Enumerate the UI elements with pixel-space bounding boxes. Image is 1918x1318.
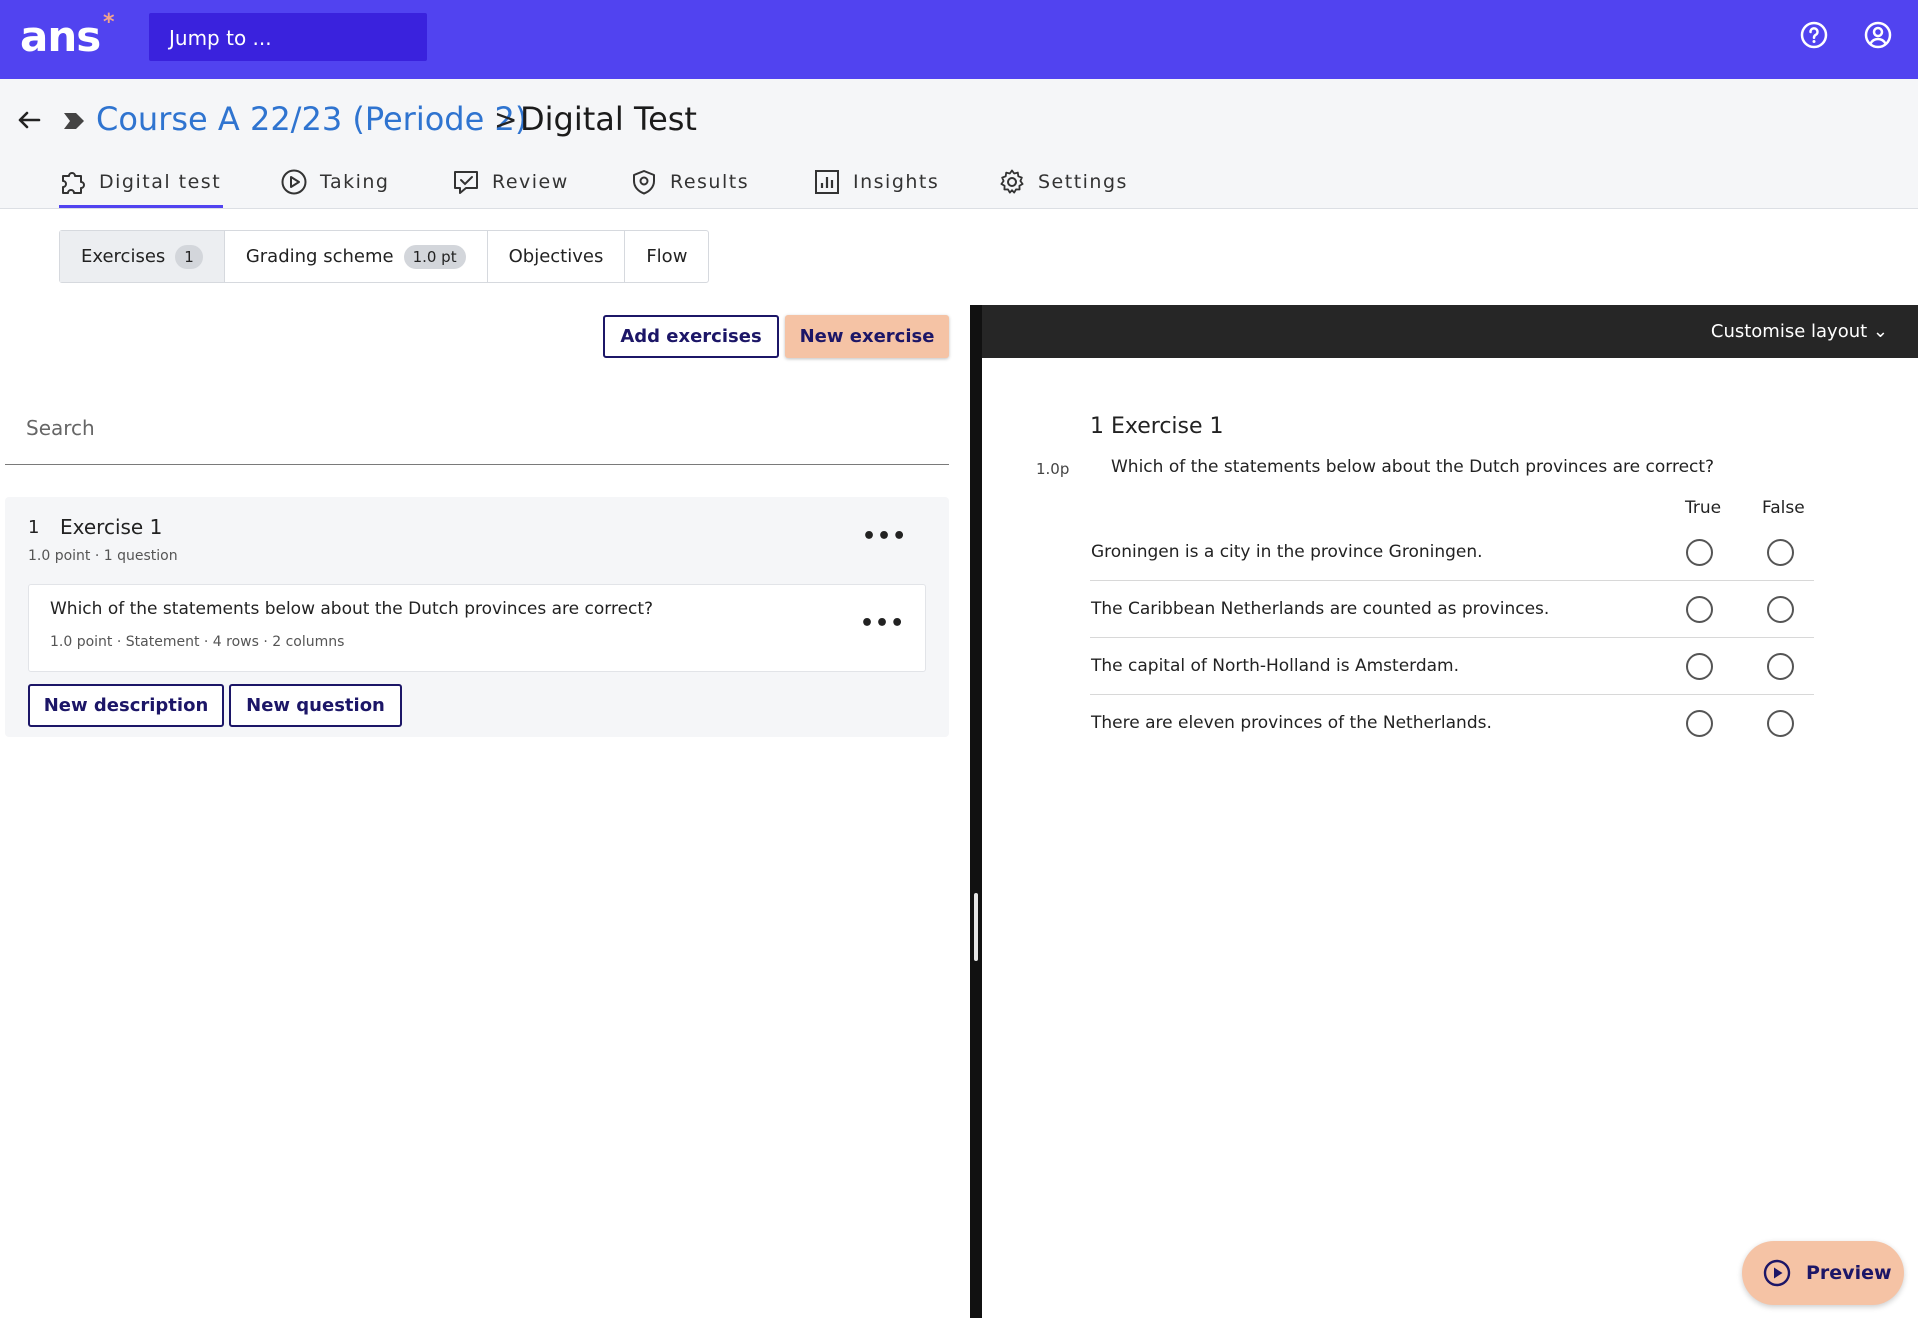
statement-row: Groningen is a city in the province Gron…	[1090, 524, 1814, 581]
radio-true[interactable]	[1686, 596, 1713, 623]
breadcrumb-separator: >	[494, 103, 518, 136]
breadcrumb-course-link[interactable]: Course A 22/23 (Periode 2)	[96, 100, 527, 138]
radio-true[interactable]	[1686, 653, 1713, 680]
tab-label: Settings	[1038, 171, 1128, 193]
tab-results[interactable]: Results	[630, 158, 749, 206]
count-badge: 1	[175, 244, 203, 269]
play-circle-icon	[1763, 1259, 1791, 1287]
top-bar: ans * Jump to ...	[0, 0, 1918, 79]
subtab-flow[interactable]: Flow	[625, 231, 708, 282]
shield-icon	[633, 170, 655, 195]
add-exercises-button[interactable]: Add exercises	[603, 315, 779, 358]
puzzle-icon	[62, 172, 85, 194]
tab-label: Taking	[320, 171, 390, 193]
column-header-true: True	[1685, 498, 1722, 518]
tab-insights[interactable]: Insights	[813, 158, 939, 206]
tab-label: Insights	[853, 171, 940, 193]
radio-false[interactable]	[1767, 710, 1794, 737]
exercise-number: 1	[28, 517, 40, 538]
subtab-label: Flow	[646, 246, 688, 267]
radio-false[interactable]	[1767, 653, 1794, 680]
points-badge: 1.0 pt	[403, 244, 466, 269]
resize-handle[interactable]	[974, 893, 978, 961]
chart-icon	[815, 170, 839, 194]
subtab-label: Grading scheme	[245, 246, 394, 267]
radio-false[interactable]	[1767, 539, 1794, 566]
tab-label: Results	[670, 171, 750, 193]
statement-text: There are eleven provinces of the Nether…	[1091, 713, 1492, 733]
new-description-button[interactable]: New description	[28, 684, 224, 727]
preview-points: 1.0p	[1036, 460, 1070, 478]
customise-layout-dropdown[interactable]: Customise layout ⌄	[1711, 321, 1888, 342]
review-icon	[454, 171, 478, 194]
statement-row: The capital of North-Holland is Amsterda…	[1090, 638, 1814, 695]
preview-label: Preview	[1806, 1262, 1892, 1284]
account-icon[interactable]	[1863, 20, 1893, 50]
play-circle-icon	[281, 169, 307, 195]
radio-true[interactable]	[1686, 539, 1713, 566]
statement-text: The capital of North-Holland is Amsterda…	[1091, 656, 1460, 676]
preview-question-text: Which of the statements below about the …	[1111, 457, 1715, 477]
tab-taking[interactable]: Taking	[280, 158, 390, 206]
question-meta: 1.0 point · Statement · 4 rows · 2 colum…	[50, 634, 345, 650]
subtab-bar: Exercises 1 Grading scheme 1.0 pt Object…	[59, 230, 710, 283]
logo-mark: *	[103, 10, 115, 35]
tab-digital-test[interactable]: Digital test	[59, 158, 224, 208]
subtab-label: Exercises	[81, 246, 166, 267]
help-icon[interactable]	[1799, 20, 1829, 50]
preview-button[interactable]: Preview	[1742, 1241, 1904, 1305]
radio-true[interactable]	[1686, 710, 1713, 737]
exercise-meta: 1.0 point · 1 question	[28, 548, 178, 564]
subtab-label: Objectives	[508, 246, 604, 267]
preview-exercise-title: 1 Exercise 1	[1090, 414, 1224, 439]
app-logo[interactable]: ans	[20, 12, 101, 61]
gear-icon	[1000, 169, 1024, 194]
statement-row: There are eleven provinces of the Nether…	[1090, 695, 1814, 752]
back-arrow-icon[interactable]	[14, 105, 44, 135]
subtab-exercises[interactable]: Exercises 1	[60, 231, 225, 282]
new-question-button[interactable]: New question	[229, 684, 402, 727]
question-card[interactable]	[28, 584, 926, 672]
chevron-down-icon: ⌄	[1872, 321, 1888, 342]
statement-row: The Caribbean Netherlands are counted as…	[1090, 581, 1814, 638]
column-header-false: False	[1762, 498, 1805, 518]
panel-divider[interactable]	[970, 305, 982, 1318]
tab-label: Digital test	[99, 171, 222, 193]
page-title: Digital Test	[520, 100, 697, 138]
exercise-title[interactable]: Exercise 1	[60, 515, 162, 539]
statement-text: The Caribbean Netherlands are counted as…	[1091, 599, 1550, 619]
radio-false[interactable]	[1767, 596, 1794, 623]
jump-to-input[interactable]: Jump to ...	[149, 13, 427, 61]
tab-label: Review	[492, 171, 569, 193]
breadcrumb-chevron-icon	[64, 113, 84, 129]
search-input[interactable]: Search	[5, 405, 949, 465]
exercise-more-icon[interactable]: •••	[862, 524, 907, 549]
statement-text: Groningen is a city in the province Gron…	[1091, 542, 1483, 562]
question-text: Which of the statements below about the …	[50, 599, 654, 619]
subtab-objectives[interactable]: Objectives	[488, 231, 626, 282]
subtab-grading-scheme[interactable]: Grading scheme 1.0 pt	[225, 231, 488, 282]
tab-settings[interactable]: Settings	[998, 158, 1128, 206]
preview-toolbar: Customise layout ⌄	[982, 305, 1918, 358]
tab-review[interactable]: Review	[452, 158, 569, 206]
new-exercise-button[interactable]: New exercise	[785, 315, 949, 358]
customise-label: Customise layout	[1710, 321, 1868, 342]
question-more-icon[interactable]: •••	[860, 611, 905, 636]
